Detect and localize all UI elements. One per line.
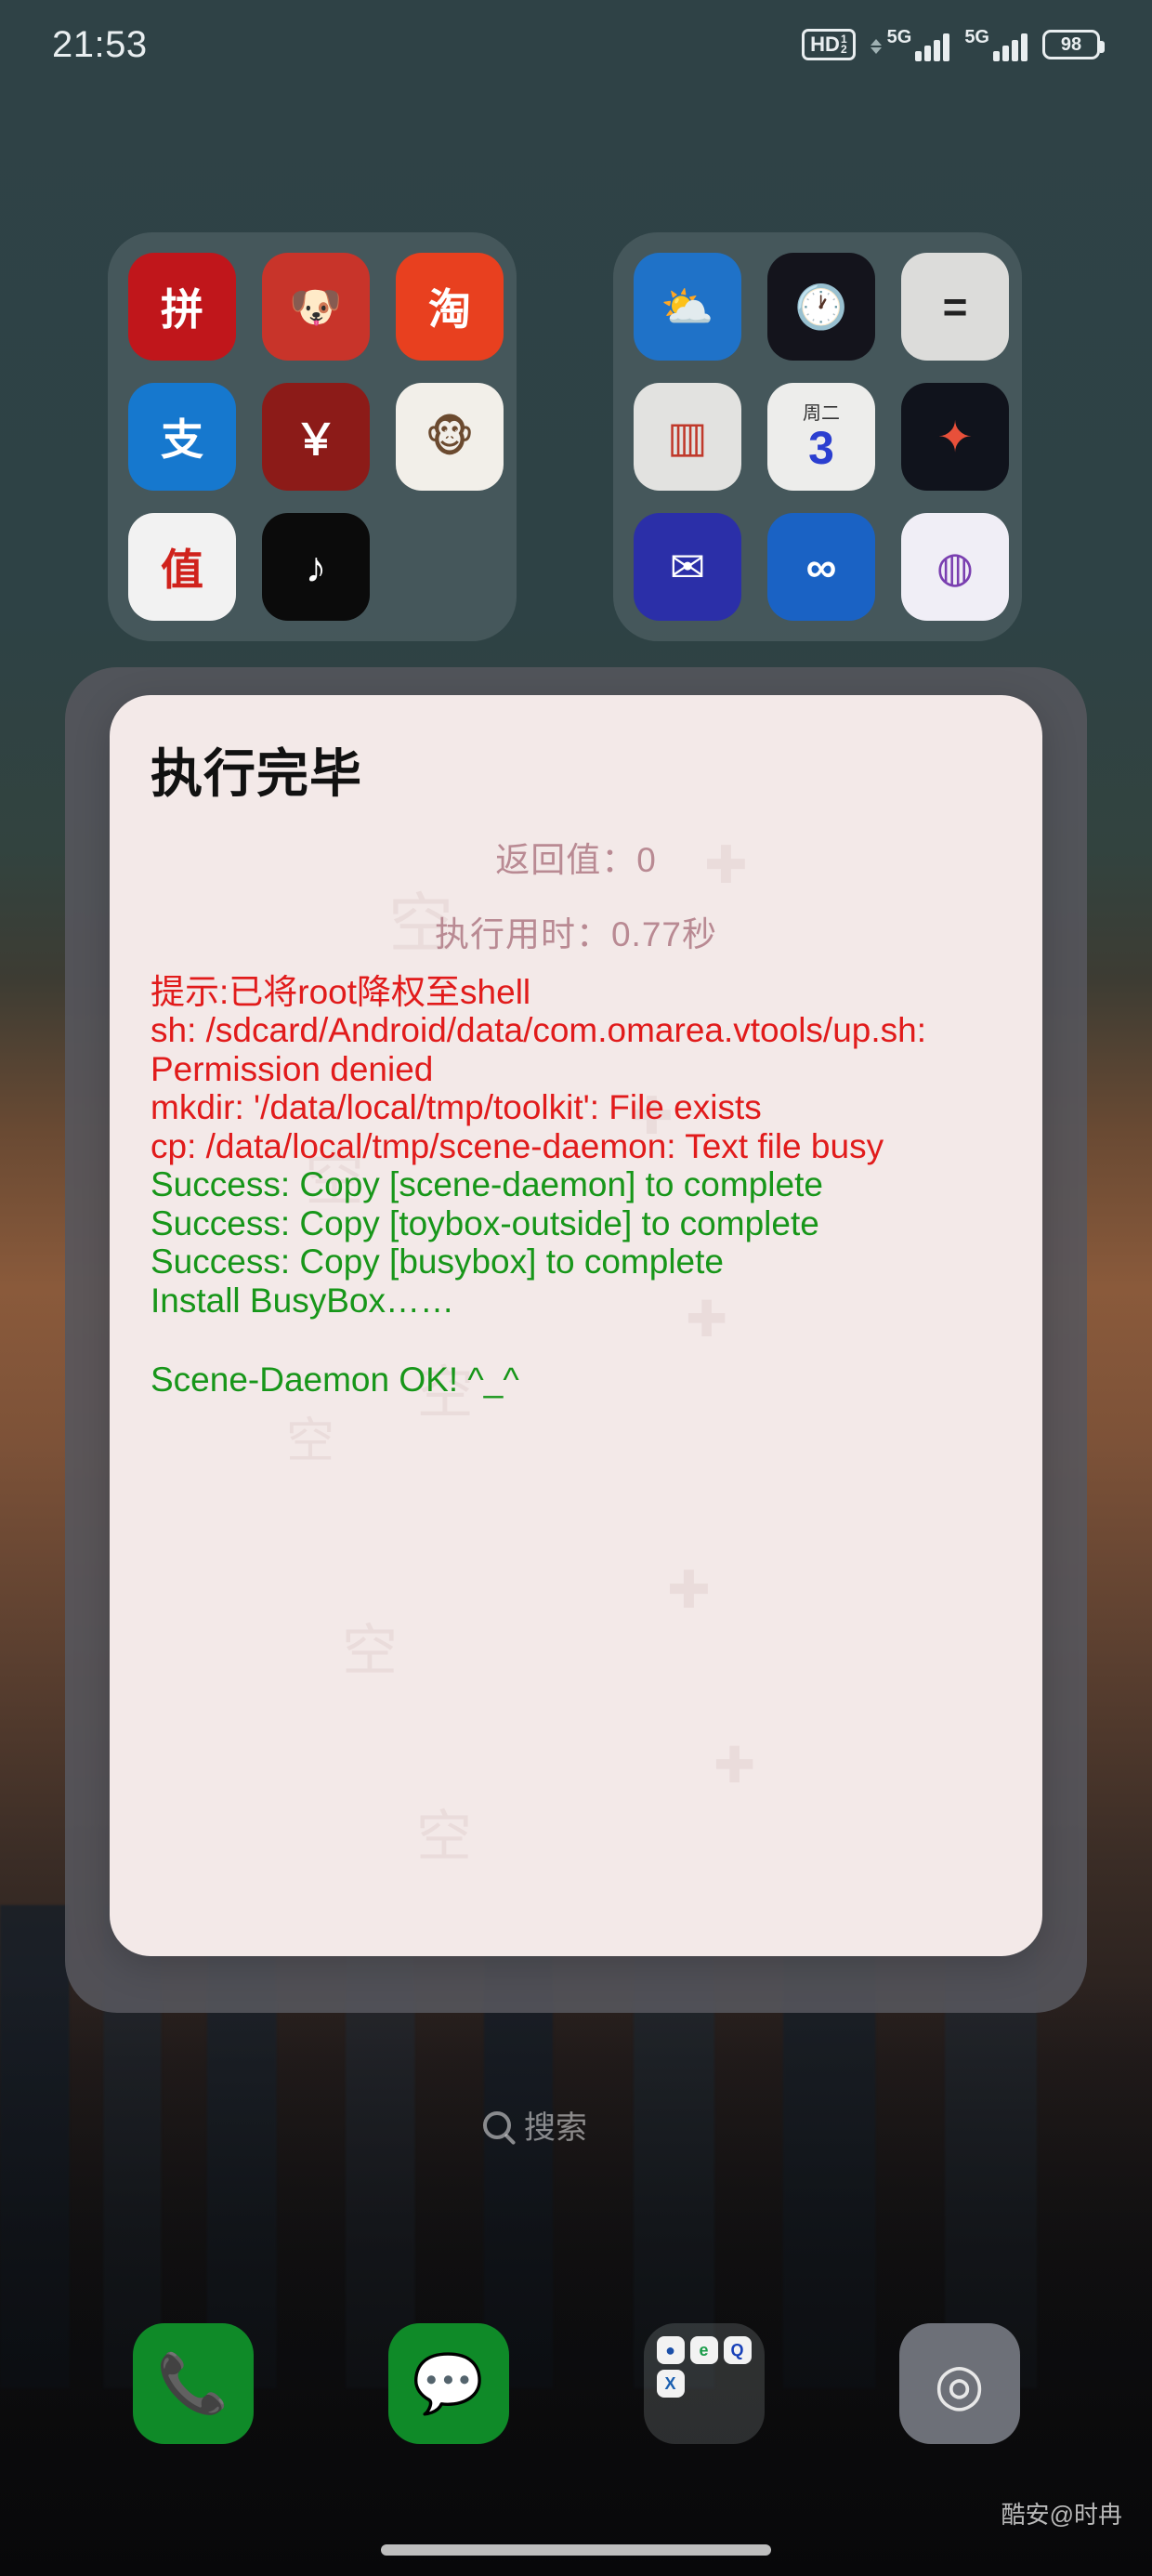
execution-result-dialog: 执行完毕 返回值：0 执行用时：0.77秒 提示:已将root降权至shell s… xyxy=(110,695,1042,1956)
elapsed-label: 执行用时： xyxy=(434,915,611,953)
app-icon-calculator[interactable]: = xyxy=(901,253,1009,361)
log-line-error: cp: /data/local/tmp/scene-daemon: Text f… xyxy=(151,1126,884,1165)
app-icon-clock[interactable]: 🕐 xyxy=(767,253,875,361)
return-value-label: 返回值： xyxy=(495,841,637,879)
app-icon-smzdm[interactable]: 值 xyxy=(128,513,236,621)
dock-icon-tools-folder[interactable]: ● e Q X xyxy=(643,2323,765,2444)
log-line-success: Success: Copy [busybox] to complete xyxy=(151,1242,724,1281)
log-line-success: Install BusyBox…… xyxy=(151,1281,454,1320)
sim1-network-label: 5G xyxy=(886,27,912,47)
home-folder-utilities[interactable]: ⛅ 🕐 = ▥ 周二 3 ✦ ✉ ∞ ◍ xyxy=(613,232,1022,641)
log-line-success: Success: Copy [scene-daemon] to complete xyxy=(151,1165,823,1204)
hd-sim-fraction: 1 2 xyxy=(840,33,847,56)
signal-sim1: 5G xyxy=(870,27,950,61)
calendar-day: 3 xyxy=(808,422,834,474)
folder-mini-icon-3: X xyxy=(656,2370,685,2398)
status-clock: 21:53 xyxy=(52,23,148,65)
app-icon-ccb-bank[interactable]: ￥ xyxy=(262,383,370,491)
dialog-content: 执行完毕 返回值：0 执行用时：0.77秒 提示:已将root降权至shell s… xyxy=(110,695,1042,1399)
dialog-title: 执行完毕 xyxy=(151,744,362,803)
gesture-navigation-bar[interactable] xyxy=(381,2544,771,2556)
dialog-watermark-glyph: ✚ xyxy=(667,1560,711,1619)
return-value: 0 xyxy=(636,841,657,879)
battery-icon: 98 xyxy=(1042,30,1105,59)
home-dock: 📞 💬 ● e Q X ◎ xyxy=(0,2295,1152,2472)
app-icon-douyin[interactable]: ♪ xyxy=(262,513,370,621)
app-icon-safari-compass[interactable]: ✦ xyxy=(901,383,1009,491)
elapsed-time-row: 执行用时：0.77秒 xyxy=(151,906,1001,956)
app-icon-infinity-loop[interactable]: ∞ xyxy=(767,513,875,621)
signal-sim2: 5G xyxy=(964,28,1028,61)
dialog-watermark-glyph: 空 xyxy=(286,1414,335,1468)
calendar-weekday: 周二 xyxy=(803,403,840,424)
screenshot-watermark: 酷安@时冉 xyxy=(1001,2501,1122,2529)
elapsed-value: 0.77秒 xyxy=(610,915,717,953)
app-icon-voice-memos[interactable]: ▥ xyxy=(634,383,741,491)
log-line-error: 提示:已将root降权至shell xyxy=(151,973,531,1011)
folder-mini-icon-2: Q xyxy=(723,2336,752,2364)
status-icons: HD 1 2 5G 5G 98 xyxy=(802,27,1105,61)
data-transfer-icon xyxy=(870,39,882,54)
dock-icon-messages[interactable]: 💬 xyxy=(387,2323,509,2444)
app-icon-weather[interactable]: ⛅ xyxy=(634,253,741,361)
app-icon-alipay[interactable]: 支 xyxy=(128,383,236,491)
app-icon-mail[interactable]: ✉ xyxy=(634,513,741,621)
dock-icon-phone[interactable]: 📞 xyxy=(132,2323,254,2444)
app-icon-pinduoduo[interactable]: 拼 xyxy=(128,253,236,361)
execution-log: 提示:已将root降权至shell sh: /sdcard/Android/dat… xyxy=(151,973,1001,1399)
dialog-watermark-glyph: ✚ xyxy=(713,1738,756,1794)
home-folder-shopping[interactable]: 拼 🐶 淘支 ￥ 🐵 值 ♪ xyxy=(108,232,517,641)
app-icon-csdn[interactable]: 🐵 xyxy=(396,383,504,491)
sim1-signal-bars-icon xyxy=(915,33,950,61)
battery-percent: 98 xyxy=(1060,33,1082,55)
dialog-watermark-glyph: 空 xyxy=(342,1620,398,1682)
log-blank-line xyxy=(151,1320,1001,1360)
log-line-success: Scene-Daemon OK! ^_^ xyxy=(151,1360,519,1399)
app-icon-purple-tool[interactable]: ◍ xyxy=(901,513,1009,621)
app-icon-calendar[interactable]: 周二 3 xyxy=(767,383,875,491)
log-line-success: Success: Copy [toybox-outside] to comple… xyxy=(151,1203,819,1242)
dialog-watermark-glyph: 空 xyxy=(416,1806,472,1868)
hd-sub: 2 xyxy=(840,43,847,56)
app-icon-taobao[interactable]: 淘 xyxy=(396,253,504,361)
app-icon-jd[interactable]: 🐶 xyxy=(262,253,370,361)
home-search-bar[interactable]: 搜索 xyxy=(483,2102,587,2148)
hd-voice-icon: HD 1 2 xyxy=(802,29,856,60)
folder-mini-icon-1: e xyxy=(689,2336,718,2364)
sim2-signal-bars-icon xyxy=(993,33,1028,61)
return-value-row: 返回值：0 xyxy=(151,832,1001,882)
folder-mini-icon-0: ● xyxy=(656,2336,685,2364)
wallpaper-bottom-shade xyxy=(0,1981,1152,2576)
log-line-error: mkdir: '/data/local/tmp/toolkit': File e… xyxy=(151,1088,762,1127)
sim2-network-label: 5G xyxy=(964,27,989,47)
search-placeholder: 搜索 xyxy=(524,2110,587,2146)
search-icon xyxy=(483,2110,511,2139)
log-line-error: sh: /sdcard/Android/data/com.omarea.vtoo… xyxy=(151,1011,926,1088)
hd-label: HD xyxy=(810,33,840,56)
status-bar: 21:53 HD 1 2 5G 5G 98 xyxy=(0,0,1152,89)
dock-icon-camera[interactable]: ◎ xyxy=(898,2323,1020,2444)
